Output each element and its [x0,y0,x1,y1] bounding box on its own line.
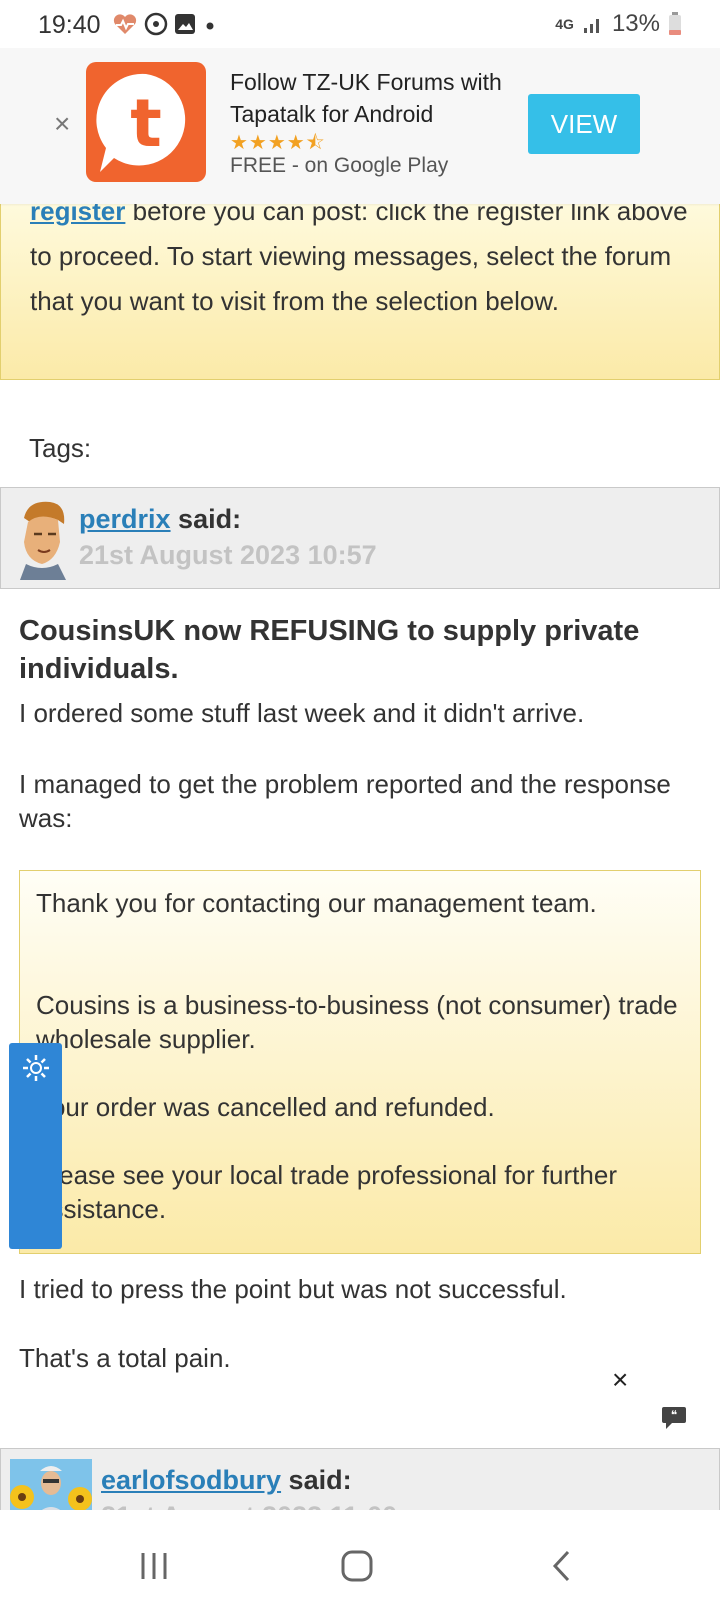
banner-title: Follow TZ-UK Forums with Tapatalk for An… [230,69,502,127]
image-icon [175,14,195,34]
clock: 19:40 [38,11,101,39]
post-date: 21st August 2023 10:57 [79,540,377,570]
back-icon[interactable] [550,1549,574,1583]
user-avatar-image [10,1459,92,1515]
privacy-button[interactable]: privacy [0,1043,62,1313]
post-paragraph: I managed to get the problem reported an… [19,769,671,833]
said-label: said: [170,504,242,534]
avatar[interactable] [10,498,72,580]
svg-text:❝: ❝ [671,1408,677,1422]
status-bar: 19:40 4G 13% [0,0,720,48]
tapatalk-logo-letter: t [130,85,162,162]
notification-icons [112,12,218,36]
tapatalk-logo: t [86,62,206,182]
navigation-bar [0,1510,720,1600]
quote-line: Thank you for contacting our management … [36,888,597,918]
post-author-link[interactable]: earlofsodbury [101,1465,281,1495]
view-button[interactable]: VIEW [528,94,640,154]
tapatalk-logo-icon: t [96,73,186,172]
dismiss-button[interactable]: × [612,1364,628,1396]
privacy-label: privacy [0,1223,13,1313]
notice-text: register before you can post: click the … [30,189,700,324]
user-avatar-image [20,501,66,580]
tapatalk-banner: × t Follow TZ-UK Forums with Tapatalk fo… [0,44,720,204]
banner-close-button[interactable]: × [54,108,70,140]
recent-apps-icon[interactable] [138,1550,170,1582]
quote-block: Thank you for contacting our management … [19,870,701,1254]
post-author-line: perdrix said: [79,504,241,535]
heart-monitor-icon [113,14,137,34]
signal-icon [583,19,599,33]
battery-percent: 13% [611,10,660,37]
post-author-line: earlofsodbury said: [101,1465,352,1496]
more-dot-icon [206,22,214,30]
quote-line: Cousins is a business-to-business (not c… [36,990,678,1054]
banner-subtitle: FREE - on Google Play [230,154,449,177]
said-label: said: [281,1465,352,1495]
app-notification-icon [144,12,168,36]
avatar[interactable] [10,1459,92,1515]
post-paragraph: I tried to press the point but was not s… [19,1274,567,1304]
battery-icon [669,12,681,35]
quote-line: Please see your local trade professional… [36,1160,617,1224]
post-paragraph: That's a total pain. [19,1343,231,1373]
chat-quote-icon[interactable]: ❝ [660,1405,688,1431]
home-icon[interactable] [340,1549,374,1583]
post-title: CousinsUK now REFUSING to supply private… [19,615,640,685]
network-type: 4G [555,16,574,32]
notice-body: before you can post: click the register … [30,196,688,316]
tags-label: Tags: [29,433,92,463]
gear-icon [23,1055,49,1081]
post-paragraph: I ordered some stuff last week and it di… [19,698,585,728]
post-header: perdrix said: 21st August 2023 10:57 [0,487,720,589]
quote-line: Your order was cancelled and refunded. [36,1092,495,1122]
post-author-link[interactable]: perdrix [79,504,171,534]
